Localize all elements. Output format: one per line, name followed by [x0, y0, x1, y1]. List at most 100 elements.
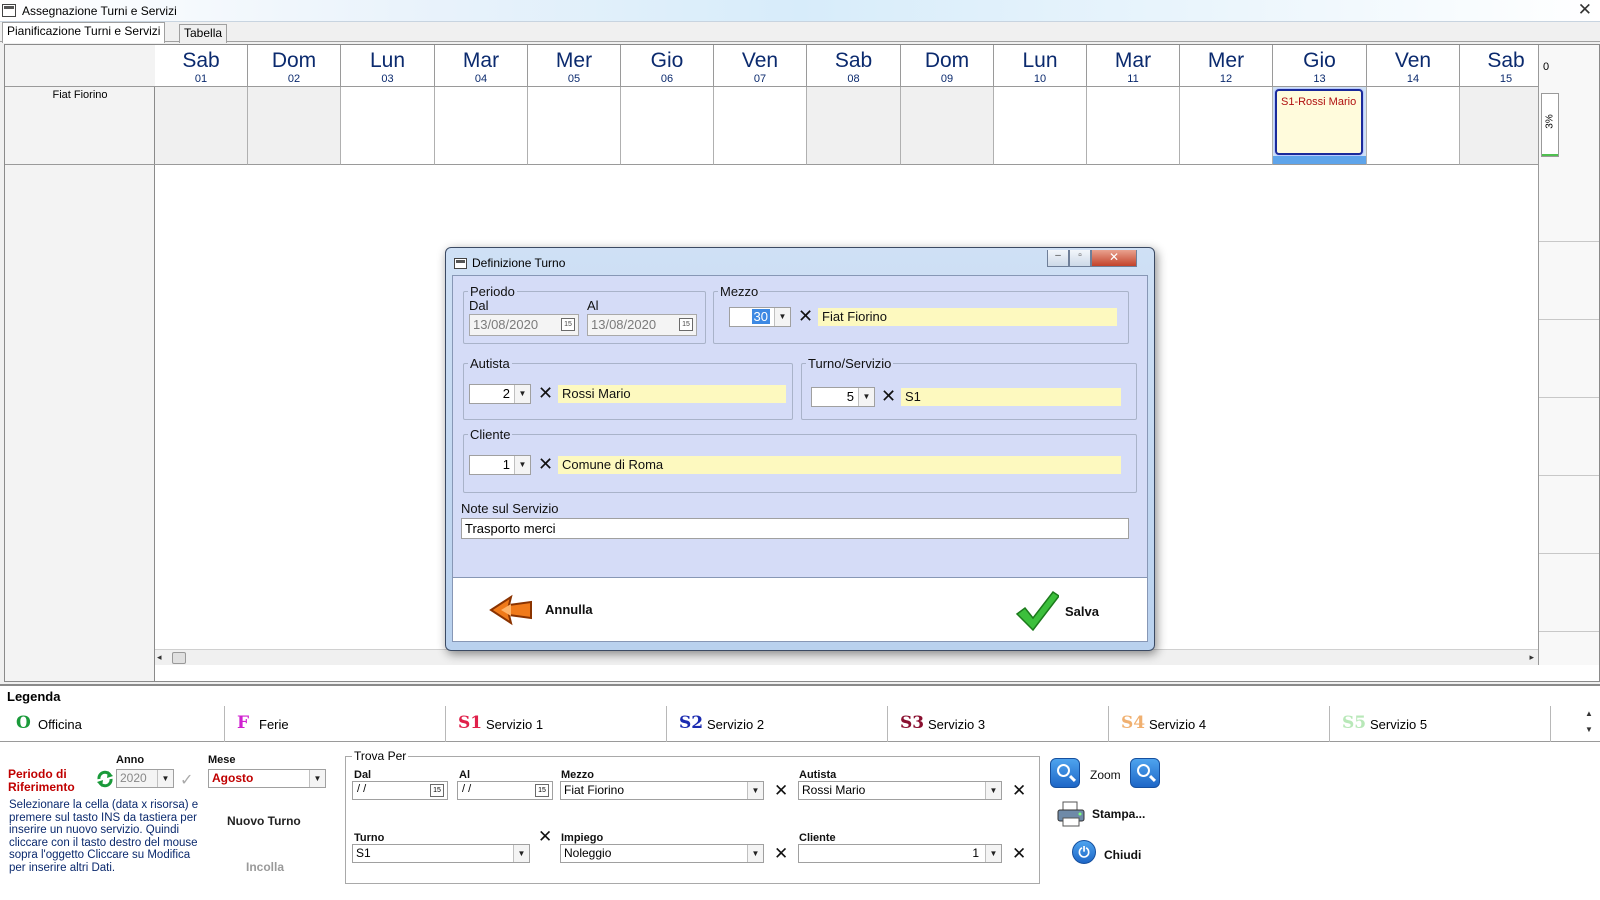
calendar-cell[interactable]	[994, 87, 1087, 165]
day-name: Dom	[924, 49, 970, 72]
turno-combo[interactable]: 5 ▼	[811, 387, 875, 407]
trova-dal-value: / /	[357, 783, 367, 795]
turno-name: S1	[901, 388, 1121, 406]
trova-turno-combo[interactable]: S1 ▼	[352, 844, 530, 863]
calendar-cell[interactable]	[1087, 87, 1180, 165]
calendar-cell[interactable]	[714, 87, 807, 165]
legend-code: S3	[900, 713, 925, 733]
mese-combo[interactable]: Agosto ▼	[208, 769, 326, 788]
trova-turno-clear-icon[interactable]: ✕	[538, 828, 552, 845]
tab-bar: Pianificazione Turni e Servizi Tabella	[0, 22, 1600, 43]
calendar-cell[interactable]	[807, 87, 901, 165]
anno-combo[interactable]: 2020 ▼	[116, 769, 174, 788]
shift-entry[interactable]: S1-Rossi Mario	[1275, 89, 1363, 155]
tab-tabella[interactable]: Tabella	[179, 24, 228, 43]
calendar-cell[interactable]	[1367, 87, 1460, 165]
autista-combo[interactable]: 2 ▼	[469, 384, 531, 404]
annulla-button[interactable]: Annulla	[545, 602, 593, 617]
cliente-clear-icon[interactable]: ✕	[538, 455, 553, 473]
trova-impiego-combo[interactable]: Noleggio ▼	[560, 844, 764, 863]
legend-name: Servizio 1	[486, 717, 544, 732]
refresh-icon[interactable]	[96, 770, 114, 788]
resource-row-label[interactable]: Fiat Fiorino	[5, 87, 155, 165]
trova-cliente-combo[interactable]: 1 ▼	[798, 844, 1002, 863]
mezzo-clear-icon[interactable]: ✕	[798, 307, 813, 325]
turno-clear-icon[interactable]: ✕	[881, 387, 896, 405]
trova-cliente-label: Cliente	[799, 832, 836, 844]
scroll-left-icon[interactable]: ◂	[157, 652, 162, 663]
mezzo-combo[interactable]: 30 ▼	[729, 307, 791, 327]
scroll-thumb[interactable]	[172, 652, 186, 664]
trova-mezzo-clear-icon[interactable]: ✕	[774, 782, 788, 799]
trova-autista-clear-icon[interactable]: ✕	[1012, 782, 1026, 799]
autista-name: Rossi Mario	[558, 385, 786, 403]
calendar-icon[interactable]: 15	[561, 318, 575, 331]
salva-button[interactable]: Salva	[1065, 604, 1099, 619]
chevron-down-icon[interactable]: ▼	[514, 456, 530, 474]
chevron-down-icon[interactable]: ▼	[747, 782, 763, 799]
horizontal-scrollbar[interactable]: ◂ ▸	[155, 649, 1538, 665]
trova-autista-combo[interactable]: Rossi Mario ▼	[798, 781, 1002, 800]
chevron-down-icon[interactable]: ▼	[858, 388, 874, 406]
confirm-check-icon[interactable]: ✓	[180, 770, 193, 790]
annulla-arrow-icon[interactable]	[489, 594, 533, 626]
power-icon[interactable]: ⏻	[1072, 840, 1096, 864]
salva-check-icon[interactable]	[1015, 588, 1061, 632]
day-header: Dom 02	[248, 45, 341, 87]
trova-cliente-clear-icon[interactable]: ✕	[1012, 845, 1026, 862]
day-header: Mer 05	[528, 45, 621, 87]
calendar-cell[interactable]	[528, 87, 621, 165]
calendar-cell[interactable]	[621, 87, 714, 165]
chiudi-button[interactable]: Chiudi	[1104, 848, 1141, 862]
calendar-cell[interactable]	[248, 87, 341, 165]
chevron-down-icon[interactable]: ▼	[985, 782, 1001, 799]
trova-per-legend: Trova Per	[352, 749, 409, 763]
al-date-field[interactable]: 13/08/2020 15	[587, 314, 697, 336]
trova-mezzo-combo[interactable]: Fiat Fiorino ▼	[560, 781, 764, 800]
trova-al-field[interactable]: / / 15	[457, 781, 553, 800]
calendar-cell[interactable]	[155, 87, 248, 165]
stampa-button[interactable]: Stampa...	[1092, 807, 1145, 821]
minimize-icon[interactable]: –	[1047, 250, 1069, 267]
calendar-icon[interactable]: 15	[535, 784, 549, 797]
resource-column: Fiat Fiorino	[5, 45, 155, 681]
legend-name: Servizio 3	[928, 717, 986, 732]
trova-impiego-clear-icon[interactable]: ✕	[774, 845, 788, 862]
note-input[interactable]: Trasporto merci	[461, 518, 1129, 539]
autista-clear-icon[interactable]: ✕	[538, 384, 553, 402]
day-header: Mar 04	[435, 45, 528, 87]
chevron-down-icon[interactable]: ▼	[747, 845, 763, 862]
calendar-icon[interactable]: 15	[679, 318, 693, 331]
zoom-in-button[interactable]	[1130, 758, 1160, 788]
chevron-down-icon[interactable]: ▼	[774, 308, 790, 326]
calendar-cell[interactable]: S1-Rossi Mario	[1273, 87, 1367, 165]
dal-date-field[interactable]: 13/08/2020 15	[469, 314, 579, 336]
cliente-combo[interactable]: 1 ▼	[469, 455, 531, 475]
maximize-icon[interactable]: ▫	[1069, 250, 1091, 267]
nuovo-turno-button[interactable]: Nuovo Turno	[227, 814, 301, 828]
day-number: 08	[847, 73, 860, 85]
calendar-cell[interactable]	[341, 87, 435, 165]
chevron-down-icon[interactable]: ▼	[514, 385, 530, 403]
printer-icon[interactable]	[1056, 800, 1085, 827]
chevron-down-icon[interactable]: ▼	[157, 770, 173, 787]
calendar-icon[interactable]: 15	[430, 784, 444, 797]
dialog-body: Periodo Dal Al 13/08/2020 15 13/08/2020 …	[452, 275, 1148, 578]
chevron-down-icon[interactable]: ▼	[309, 770, 325, 787]
calendar-cell[interactable]	[901, 87, 994, 165]
window-close-icon[interactable]: ✕	[1578, 0, 1592, 20]
tab-pianificazione[interactable]: Pianificazione Turni e Servizi	[2, 22, 166, 43]
calendar-cell[interactable]	[1180, 87, 1273, 165]
legend-scrollbar[interactable]: ▲ ▼	[1582, 706, 1596, 742]
day-header: Dom 09	[901, 45, 994, 87]
day-number: 11	[1127, 73, 1139, 85]
scroll-right-icon[interactable]: ▸	[1529, 652, 1534, 663]
chevron-down-icon[interactable]: ▼	[985, 845, 1001, 862]
trova-dal-field[interactable]: / / 15	[352, 781, 448, 800]
incolla-button[interactable]: Incolla	[246, 860, 284, 874]
legend-item: O Officina	[4, 706, 225, 742]
zoom-out-button[interactable]	[1050, 758, 1080, 788]
dialog-close-icon[interactable]: ✕	[1091, 250, 1137, 267]
chevron-down-icon[interactable]: ▼	[513, 845, 529, 862]
calendar-cell[interactable]	[435, 87, 528, 165]
